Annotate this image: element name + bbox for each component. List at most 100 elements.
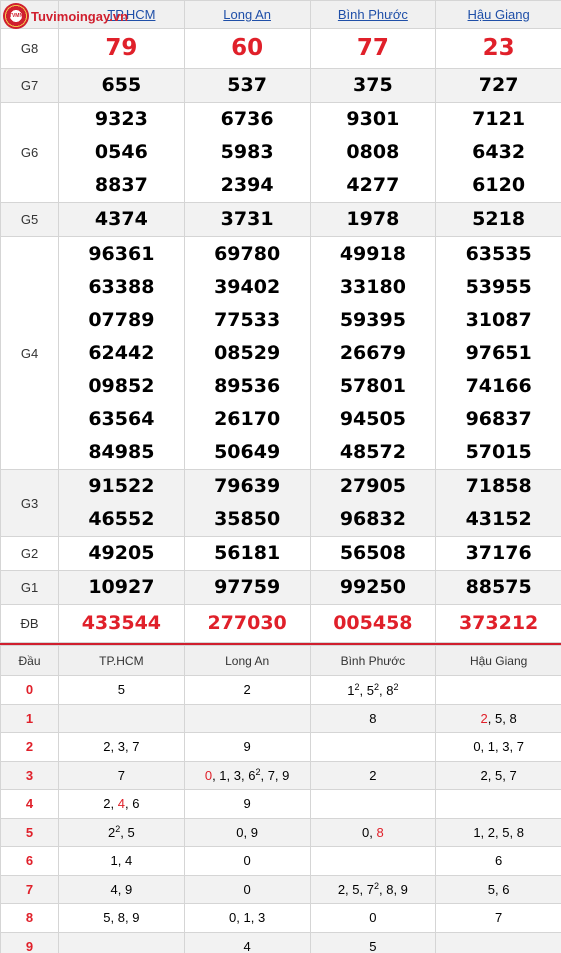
logo-badge-text: TVMN — [8, 13, 24, 19]
prize-cell: 373212 — [435, 604, 561, 643]
dau-cell: 1, 2, 5, 8 — [435, 817, 561, 847]
dau-cell: 2 — [309, 760, 437, 790]
prize-cell: 10927 — [58, 570, 185, 605]
prize-number: 69780 — [214, 242, 281, 265]
dau-value: 1, 2, 5, 8 — [473, 824, 524, 840]
dau-cell: 2, 5, 8 — [435, 703, 561, 733]
prize-number: 46552 — [88, 508, 155, 530]
dau-value: 0, — [362, 824, 377, 840]
prize-number: 7121 — [472, 108, 526, 130]
prize-number: 48572 — [339, 440, 406, 463]
dau-value: , 5, 8 — [487, 710, 517, 726]
prize-number: 84985 — [88, 440, 155, 463]
prize-cell: 537 — [183, 68, 311, 103]
prize-cell: 63535 53955 31087 97651 74166 96837 57015 — [435, 236, 561, 470]
dau-value: 2, 5, 7 — [337, 882, 374, 898]
prize-cell: 433544 — [58, 604, 185, 643]
prize-cell: 727 — [435, 68, 561, 103]
province-link[interactable]: Hậu Giang — [468, 7, 530, 22]
prize-number: 26170 — [214, 407, 281, 430]
dau-value: 4, 9 — [110, 881, 133, 897]
prize-number: 5983 — [220, 141, 274, 163]
prize-cell: 56508 — [309, 536, 437, 571]
dau-value: , 6 — [124, 796, 140, 812]
prize-cell: 655 — [58, 68, 185, 103]
prize-number: 0808 — [346, 141, 400, 163]
dau-cell: 2, 5, 72, 8, 9 — [309, 874, 437, 904]
dau-value: 8 — [376, 824, 384, 840]
prize-number: 57801 — [339, 374, 406, 397]
prize-cell: 005458 — [309, 604, 437, 643]
dau-header-label: Đầu — [0, 645, 59, 676]
dau-cell: 9 — [183, 789, 311, 819]
dau-cell: 12, 52, 82 — [309, 675, 437, 705]
dau-value: 5, 6 — [487, 881, 510, 897]
prize-number: 277030 — [207, 612, 287, 634]
prize-cell: 4374 — [58, 202, 185, 237]
dau-value: , 8 — [379, 682, 394, 698]
prize-cell: 69780 39402 77533 08529 89536 26170 50649 — [183, 236, 311, 470]
prize-number: 57015 — [465, 440, 532, 463]
prize-number: 49205 — [88, 542, 155, 564]
logo-badge-icon: TVMN — [3, 3, 29, 29]
dau-value: 9 — [243, 739, 251, 755]
prize-cell: 79 — [58, 28, 185, 69]
prize-number: 2394 — [220, 174, 274, 196]
prize-number: 88575 — [465, 576, 532, 598]
prize-number: 07789 — [88, 308, 155, 331]
dau-cell: 0, 9 — [183, 817, 311, 847]
prize-number: 63564 — [88, 407, 155, 430]
dau-value: 5 — [117, 682, 125, 698]
dau-cell: 8 — [309, 703, 437, 733]
prize-cell: 56181 — [183, 536, 311, 571]
prize-number: 35850 — [214, 508, 281, 530]
prize-row-g1: G1 10927 97759 99250 88575 — [0, 570, 561, 605]
prize-cell: 96361 63388 07789 62442 09852 63564 84985 — [58, 236, 185, 470]
prize-cell: 97759 — [183, 570, 311, 605]
dau-cell: 5 — [309, 931, 437, 953]
dau-cell: 0, 8 — [309, 817, 437, 847]
dau-cell — [58, 931, 185, 953]
dau-cell — [435, 675, 561, 705]
prize-cell: 91522 46552 — [58, 469, 185, 537]
dau-cell: 9 — [183, 732, 311, 762]
province-header-row: TVMN Tuvimoingay.vn TP.HCM Long An Bình … — [0, 0, 561, 29]
prize-number: 94505 — [339, 407, 406, 430]
dau-header-province: Hậu Giang — [435, 645, 561, 676]
prize-number: 08529 — [214, 341, 281, 364]
site-logo[interactable]: TVMN Tuvimoingay.vn — [3, 3, 128, 29]
dau-digit: 4 — [0, 789, 59, 819]
prize-number: 37176 — [465, 542, 532, 564]
dau-cell — [309, 732, 437, 762]
dau-value: 0 — [369, 910, 377, 926]
dau-value: , 5 — [120, 825, 135, 841]
dau-value: 2 — [243, 682, 251, 698]
prize-number: 0546 — [94, 141, 148, 163]
prize-number: 727 — [478, 74, 519, 96]
dau-cell — [435, 789, 561, 819]
lottery-results-table: TVMN Tuvimoingay.vn TP.HCM Long An Bình … — [0, 0, 561, 643]
province-link[interactable]: Long An — [223, 7, 271, 22]
dau-value: 0 — [204, 768, 213, 784]
dau-cell: 4 — [183, 931, 311, 953]
dau-cell: 0 — [309, 903, 437, 933]
dau-value: 1, 4 — [110, 853, 133, 869]
dau-value: 0 — [243, 881, 251, 897]
province-link[interactable]: Bình Phước — [338, 7, 408, 22]
prize-number: 77 — [356, 35, 389, 61]
prize-cell: 6736 5983 2394 — [183, 102, 311, 203]
prize-cell: 49205 — [58, 536, 185, 571]
prize-number: 23 — [482, 35, 515, 61]
prize-number: 9301 — [346, 108, 400, 130]
prize-number: 56181 — [214, 542, 281, 564]
prize-label: G1 — [0, 570, 59, 605]
dau-cell — [183, 703, 311, 733]
prize-cell: 77 — [309, 28, 437, 69]
prize-number: 9323 — [94, 108, 148, 130]
prize-label: G7 — [0, 68, 59, 103]
dau-cell: 5, 8, 9 — [58, 903, 185, 933]
dau-cell: 7 — [435, 903, 561, 933]
dau-digit: 9 — [0, 931, 59, 953]
dau-digit: 5 — [0, 817, 59, 847]
dau-row-4: 4 2, 4, 69 — [0, 789, 561, 819]
